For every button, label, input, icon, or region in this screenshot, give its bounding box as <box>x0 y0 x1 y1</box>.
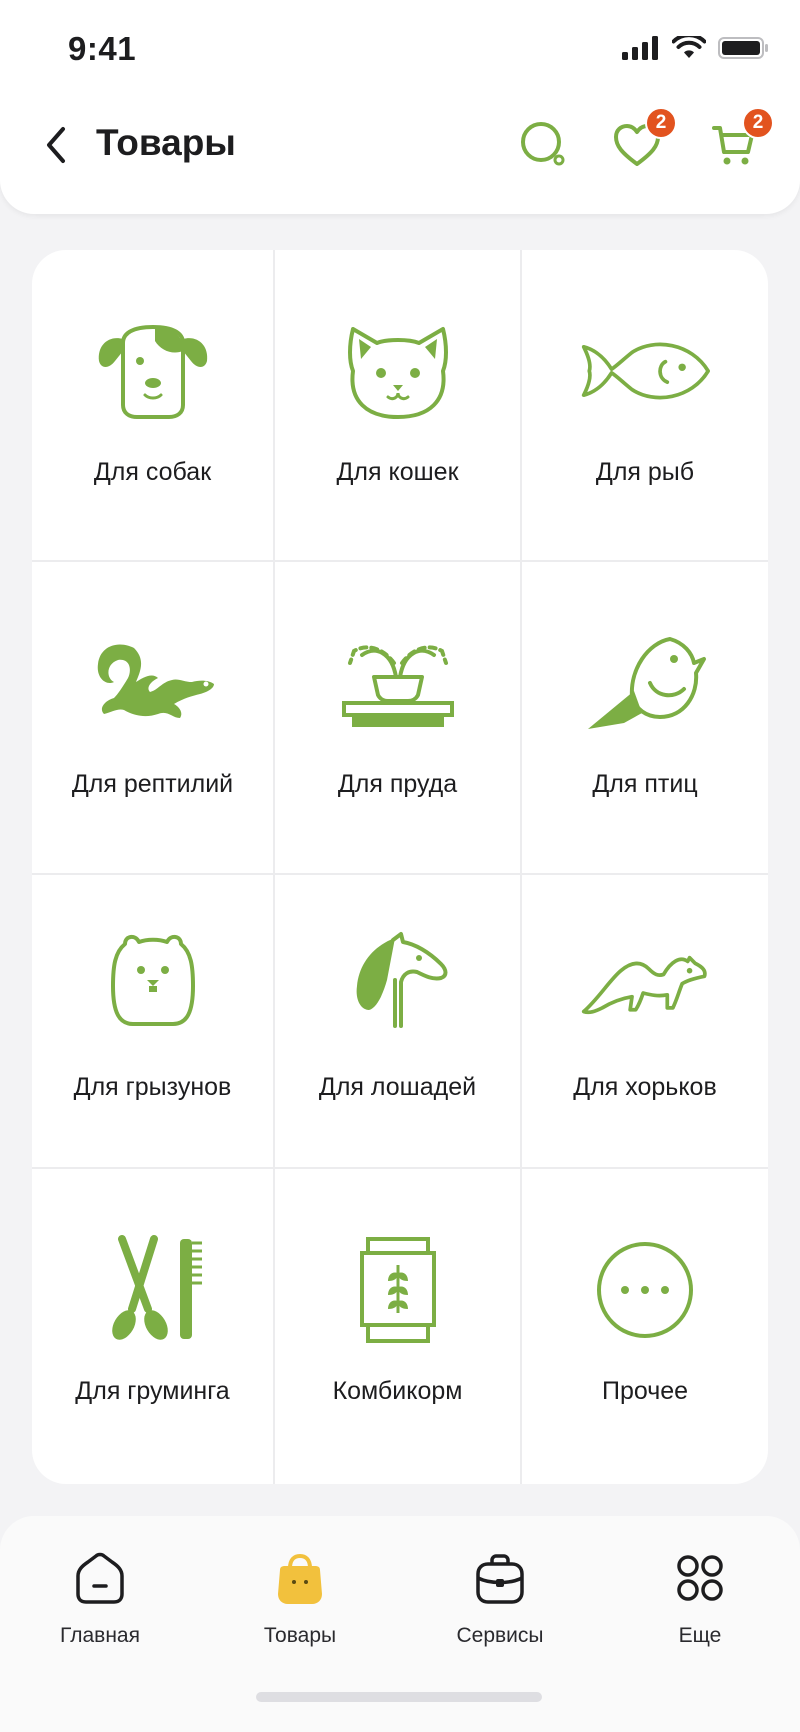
wishlist-badge: 2 <box>645 107 677 139</box>
tab-products[interactable]: Товары <box>200 1546 400 1648</box>
category-label: Для хорьков <box>573 1073 717 1101</box>
category-label: Для кошек <box>336 458 459 486</box>
tab-label: Сервисы <box>456 1624 544 1647</box>
briefcase-icon <box>476 1554 524 1604</box>
more-icon <box>597 1242 693 1338</box>
status-time: 9:41 <box>68 30 137 67</box>
home-icon <box>76 1552 124 1604</box>
app-header: 9:41 Товары 2 2 <box>0 0 800 214</box>
shopping-bag-icon <box>278 1553 322 1604</box>
category-horses[interactable]: Для лошадей <box>275 875 522 1169</box>
cellular-signal-icon <box>622 36 658 60</box>
grooming-icon <box>111 1235 202 1340</box>
category-rodents[interactable]: Для грызунов <box>32 875 275 1169</box>
tab-home[interactable]: Главная <box>0 1546 200 1648</box>
search-button[interactable] <box>514 115 574 175</box>
category-label: Для собак <box>93 458 212 486</box>
horse-icon <box>356 932 447 1028</box>
fish-icon <box>581 342 710 400</box>
feed-bag-icon <box>359 1237 436 1343</box>
tab-label: Еще <box>678 1624 722 1647</box>
cart-badge: 2 <box>742 107 774 139</box>
category-label: Для пруда <box>337 770 458 798</box>
category-grooming[interactable]: Для груминга <box>32 1169 275 1484</box>
search-icon <box>521 122 565 166</box>
chevron-left-icon <box>47 127 65 163</box>
tab-more[interactable]: Еще <box>600 1546 800 1648</box>
category-other[interactable]: Прочее <box>522 1169 768 1484</box>
category-compound-feed[interactable]: Комбикорм <box>275 1169 522 1484</box>
dog-icon <box>98 324 207 419</box>
lizard-icon <box>97 644 214 718</box>
title-bar: Товары 2 2 <box>0 105 800 185</box>
category-label: Прочее <box>601 1377 689 1405</box>
cart-button[interactable]: 2 <box>704 107 774 175</box>
category-label: Для рыб <box>595 458 695 486</box>
tab-label: Главная <box>60 1624 140 1647</box>
category-grid: Для собак Для кошек Для рыб Для рептилий… <box>32 250 768 1484</box>
page-title: Товары <box>96 122 236 163</box>
category-label: Для груминга <box>75 1377 230 1405</box>
bird-icon <box>588 637 706 729</box>
ferret-icon <box>581 955 707 1015</box>
wifi-icon <box>672 36 706 58</box>
wishlist-button[interactable]: 2 <box>607 107 677 175</box>
category-label: Для рептилий <box>71 770 234 798</box>
tab-services[interactable]: Сервисы <box>400 1546 600 1648</box>
status-icons <box>622 36 770 60</box>
category-label: Для птиц <box>592 770 698 798</box>
category-label: Комбикорм <box>332 1377 463 1405</box>
grid-more-icon <box>677 1555 723 1601</box>
home-indicator <box>256 1692 542 1702</box>
category-birds[interactable]: Для птиц <box>522 562 768 875</box>
category-label: Для лошадей <box>318 1073 477 1101</box>
category-cats[interactable]: Для кошек <box>275 250 522 562</box>
category-ferrets[interactable]: Для хорьков <box>522 875 768 1169</box>
tab-label: Товары <box>263 1624 337 1647</box>
category-reptiles[interactable]: Для рептилий <box>32 562 275 875</box>
rodent-icon <box>110 935 195 1026</box>
category-dogs[interactable]: Для собак <box>32 250 275 562</box>
category-fish[interactable]: Для рыб <box>522 250 768 562</box>
cat-icon <box>347 327 448 419</box>
battery-icon <box>718 37 768 59</box>
category-label: Для грызунов <box>73 1073 232 1101</box>
category-pond[interactable]: Для пруда <box>275 562 522 875</box>
back-button[interactable] <box>36 121 76 169</box>
pond-fountain-icon <box>341 645 454 727</box>
